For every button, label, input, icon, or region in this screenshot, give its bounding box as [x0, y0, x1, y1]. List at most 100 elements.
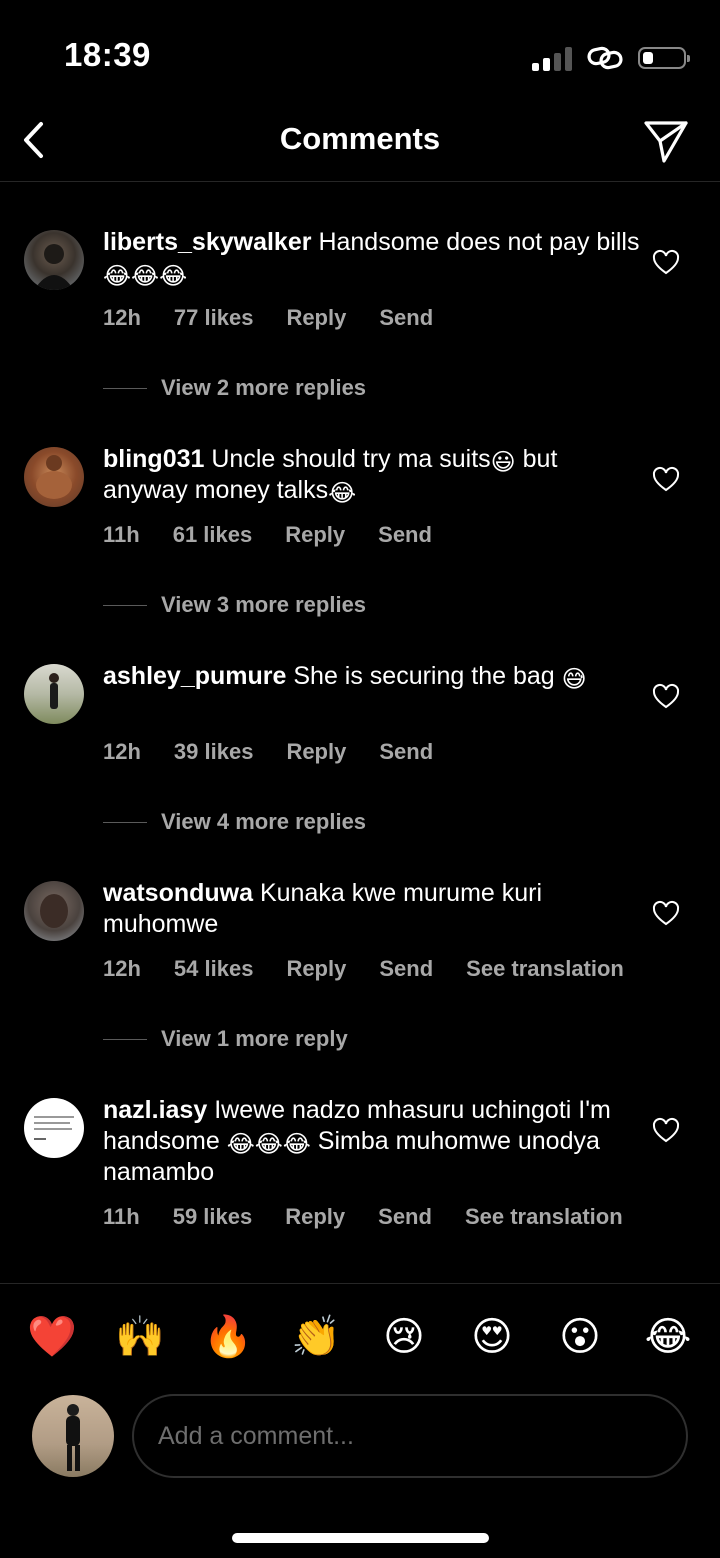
reaction-cry[interactable]: 😢	[379, 1312, 429, 1362]
like-button[interactable]	[652, 466, 680, 494]
view-replies-button[interactable]: View 2 more replies	[103, 375, 366, 401]
view-replies-button[interactable]: View 1 more reply	[103, 1026, 348, 1052]
comment-message: She is securing the bag	[293, 662, 555, 690]
share-button[interactable]	[642, 117, 690, 165]
page-title: Comments	[279, 121, 441, 156]
send-button[interactable]: Send	[379, 739, 433, 765]
comment-text: bling031 Uncle should try ma suits😃 but …	[103, 444, 643, 506]
comment-text: nazl.iasy Iwewe nadzo mhasuru uchingoti …	[103, 1095, 643, 1188]
reaction-fire[interactable]: 🔥	[203, 1312, 253, 1362]
send-button[interactable]: Send	[378, 1204, 432, 1230]
comment-likes[interactable]: 61 likes	[173, 522, 253, 548]
view-replies-label: View 1 more reply	[161, 1026, 348, 1051]
view-replies-label: View 3 more replies	[161, 592, 367, 617]
comment-time: 12h	[103, 739, 141, 764]
view-replies-button[interactable]: View 4 more replies	[103, 809, 366, 835]
header: Comments	[0, 105, 720, 182]
comment-time: 12h	[103, 956, 141, 981]
avatar[interactable]	[24, 447, 84, 507]
avatar[interactable]	[24, 664, 84, 724]
comment-likes[interactable]: 77 likes	[174, 305, 254, 331]
comment-username[interactable]: nazl.iasy	[103, 1096, 207, 1124]
comment-emojis: 😂😂😂	[226, 1131, 311, 1158]
like-button[interactable]	[652, 900, 680, 928]
like-button[interactable]	[652, 683, 680, 711]
avatar-image	[34, 244, 74, 290]
avatar[interactable]	[24, 881, 84, 941]
send-button[interactable]: Send	[379, 956, 433, 982]
avatar[interactable]	[24, 230, 84, 290]
reply-button[interactable]: Reply	[286, 305, 346, 331]
comment-meta: 11h 59 likes Reply Send See translation	[103, 1204, 623, 1230]
reply-button[interactable]: Reply	[285, 1204, 345, 1230]
send-button[interactable]: Send	[379, 305, 433, 331]
comment-message: Uncle should try ma suits	[211, 445, 491, 473]
see-translation-button[interactable]: See translation	[465, 1204, 623, 1230]
avatar-image	[34, 1116, 74, 1140]
divider	[103, 604, 147, 606]
status-icons	[532, 40, 690, 76]
comment-message: Handsome does not pay bills	[318, 228, 640, 256]
divider	[103, 387, 147, 389]
avatar-image	[66, 1404, 80, 1471]
comment-input[interactable]	[132, 1394, 688, 1478]
comment-likes[interactable]: 39 likes	[174, 739, 254, 765]
comment-emojis: 😂😂😂	[103, 263, 188, 290]
reaction-heart-eyes[interactable]: 😍	[467, 1312, 517, 1362]
comment-time: 11h	[103, 1204, 140, 1229]
comment-emoji-inline: 😃	[490, 449, 516, 476]
comment-likes[interactable]: 59 likes	[173, 1204, 253, 1230]
like-button[interactable]	[652, 249, 680, 277]
reaction-heart[interactable]: ❤️	[27, 1312, 77, 1362]
reaction-surprised[interactable]: 😮	[555, 1312, 605, 1362]
send-button[interactable]: Send	[378, 522, 432, 548]
see-translation-button[interactable]: See translation	[466, 956, 624, 982]
reply-button[interactable]: Reply	[286, 739, 346, 765]
current-user-avatar	[32, 1395, 114, 1477]
heart-icon	[652, 1117, 680, 1143]
divider	[103, 1038, 147, 1040]
comment-likes[interactable]: 54 likes	[174, 956, 254, 982]
comment-username[interactable]: bling031	[103, 445, 204, 473]
comment-emojis: 😂	[328, 480, 357, 507]
comment-meta: 12h 77 likes Reply Send	[103, 305, 433, 331]
reaction-clap[interactable]: 👏	[291, 1312, 341, 1362]
comment-text: liberts_skywalker Handsome does not pay …	[103, 227, 643, 289]
heart-icon	[652, 900, 680, 926]
comment-text: ashley_pumure She is securing the bag 😅	[103, 661, 643, 692]
comment-meta: 11h 61 likes Reply Send	[103, 522, 432, 548]
reaction-raised-hands[interactable]: 🙌	[115, 1312, 165, 1362]
like-button[interactable]	[652, 1117, 680, 1145]
comment-username[interactable]: liberts_skywalker	[103, 228, 311, 256]
avatar-image	[49, 673, 59, 709]
comment-text: watsonduwa Kunaka kwe murume kuri muhomw…	[103, 878, 643, 940]
reply-button[interactable]: Reply	[285, 522, 345, 548]
reaction-laughing[interactable]: 😂	[643, 1312, 693, 1362]
comment-username[interactable]: watsonduwa	[103, 879, 253, 907]
reply-button[interactable]: Reply	[286, 956, 346, 982]
heart-icon	[652, 683, 680, 709]
avatar[interactable]	[24, 1098, 84, 1158]
view-replies-label: View 2 more replies	[161, 375, 367, 400]
divider	[103, 821, 147, 823]
status-time: 18:39	[64, 36, 151, 73]
comment-time: 12h	[103, 305, 141, 330]
comment-meta: 12h 54 likes Reply Send See translation	[103, 956, 624, 982]
comment-time: 11h	[103, 522, 140, 547]
link-icon	[587, 46, 623, 70]
view-replies-button[interactable]: View 3 more replies	[103, 592, 366, 618]
cellular-signal-icon	[532, 45, 572, 71]
status-bar: 18:39	[0, 0, 720, 110]
comment-username[interactable]: ashley_pumure	[103, 662, 286, 690]
comment-emojis: 😅	[561, 666, 587, 693]
heart-icon	[652, 466, 680, 492]
view-replies-label: View 4 more replies	[161, 809, 367, 834]
emoji-reaction-bar: ❤️ 🙌 🔥 👏 😢 😍 😮 😂	[0, 1283, 720, 1394]
avatar-image	[36, 455, 72, 499]
battery-icon	[638, 47, 690, 69]
comment-meta: 12h 39 likes Reply Send	[103, 739, 433, 765]
avatar-image	[40, 894, 68, 928]
home-indicator[interactable]	[232, 1533, 489, 1543]
heart-icon	[652, 249, 680, 275]
paper-plane-icon	[644, 121, 688, 163]
